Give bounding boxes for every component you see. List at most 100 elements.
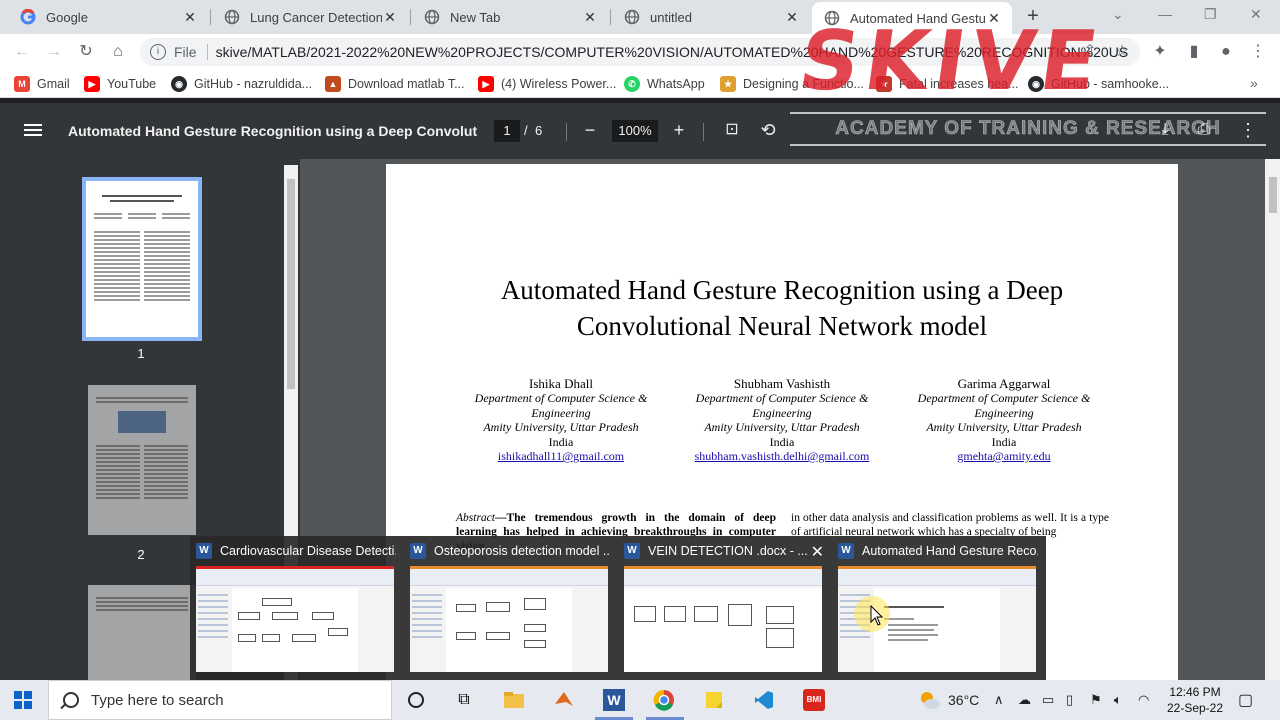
paper-title: Automated Hand Gesture Recognition using…: [500, 275, 1064, 341]
preview-window-vein-detection[interactable]: W VEIN DETECTION .docx - ... ✕: [618, 536, 830, 680]
bookmark-github-nazruldida[interactable]: ◉ GitHub - nazruldida...: [171, 76, 312, 92]
fit-page-icon[interactable]: ⊡: [720, 118, 744, 142]
skive-watermark-logo: SKIVE: [793, 14, 1110, 109]
battery-icon[interactable]: ▯: [1066, 692, 1073, 708]
network-icon[interactable]: ▭: [1042, 692, 1054, 708]
notification-icon[interactable]: ▢: [1238, 690, 1253, 710]
bookmark-whatsapp[interactable]: ✆ WhatsApp: [624, 76, 705, 92]
word-icon: W: [624, 543, 640, 559]
matlab-icon[interactable]: [552, 688, 576, 712]
wifi-icon[interactable]: ◠: [1138, 692, 1149, 708]
tab-google[interactable]: Google ✕: [8, 0, 208, 34]
search-icon: [63, 692, 79, 708]
skive-watermark-tagline: ACADEMY OF TRAINING & RESEARCH: [790, 112, 1266, 146]
zoom-out-icon[interactable]: −: [578, 118, 602, 142]
more-bookmarks-icon[interactable]: »: [1250, 75, 1258, 91]
page-total: 6: [535, 123, 543, 138]
tab-lung-cancer[interactable]: Lung Cancer Detection Us ✕: [212, 0, 408, 34]
page-number-input[interactable]: 1: [494, 120, 520, 142]
tray-overflow-icon[interactable]: ∧: [994, 692, 1004, 708]
globe-icon: [424, 9, 440, 25]
tab-search-icon[interactable]: ⌄: [1112, 6, 1124, 23]
author-email-link[interactable]: gmehta@amity.edu: [899, 449, 1109, 463]
word-icon[interactable]: W: [602, 688, 626, 712]
tab-close-icon[interactable]: ✕: [182, 9, 198, 26]
tab-title: New Tab: [450, 9, 501, 25]
youtube-icon: ▶: [478, 76, 494, 92]
preview-window-cardiovascular[interactable]: W Cardiovascular Disease Detecti...: [190, 536, 402, 680]
globe-icon: [624, 9, 640, 25]
language-icon[interactable]: ⚑: [1090, 692, 1102, 708]
tab-close-icon[interactable]: ✕: [582, 9, 598, 26]
task-view-icon[interactable]: ⧉: [452, 688, 476, 712]
reload-icon[interactable]: ↻: [76, 42, 96, 62]
system-clock[interactable]: 12:46 PM 22-Sep-22: [1160, 684, 1230, 716]
windows-taskbar: Type here to search ⧉ W BMI 36°C ∧ ☁ ▭ ▯…: [0, 680, 1280, 720]
main-scrollbar[interactable]: [1265, 159, 1280, 680]
tab-title: Lung Cancer Detection Us: [250, 9, 382, 25]
tab-close-icon[interactable]: ✕: [784, 9, 800, 26]
author-block: Shubham Vashisth Department of Computer …: [677, 376, 887, 463]
preview-window-osteoporosis[interactable]: W Osteoporosis detection model ...: [404, 536, 616, 680]
thumbnail-number: 2: [137, 547, 145, 562]
tab-untitled[interactable]: untitled ✕: [612, 0, 810, 34]
chrome-icon[interactable]: [652, 688, 676, 712]
info-icon[interactable]: i: [150, 44, 166, 60]
author-block: Garima Aggarwal Department of Computer S…: [899, 376, 1109, 463]
thumbnail-page-2[interactable]: [88, 385, 196, 535]
bookmark-icon: ★: [720, 76, 736, 92]
word-icon: W: [410, 543, 426, 559]
tab-title: untitled: [650, 9, 692, 25]
taskbar-thumbnail-preview: W Cardiovascular Disease Detecti... W Oste…: [190, 536, 1046, 680]
file-explorer-icon[interactable]: [502, 688, 526, 712]
cloud-icon[interactable]: ☁: [1018, 692, 1031, 708]
search-placeholder: Type here to search: [91, 691, 224, 709]
github-icon: ◉: [171, 76, 187, 92]
tab-new-tab[interactable]: New Tab ✕: [412, 0, 608, 34]
forward-arrow-icon[interactable]: →: [44, 42, 64, 62]
zoom-in-icon[interactable]: +: [667, 118, 691, 142]
mouse-cursor-icon: [870, 605, 884, 626]
bookmark-wireless-power[interactable]: ▶ (4) Wireless Power...: [478, 76, 616, 92]
weather-icon[interactable]: [918, 688, 942, 712]
gmail-icon: M: [14, 76, 30, 92]
whatsapp-icon: ✆: [624, 76, 640, 92]
back-arrow-icon[interactable]: ←: [12, 42, 32, 62]
close-preview-icon[interactable]: ✕: [811, 542, 824, 562]
hamburger-menu-icon[interactable]: [24, 121, 42, 141]
bmi-app-icon[interactable]: BMI: [802, 688, 826, 712]
youtube-icon: ▶: [84, 76, 100, 92]
thumbnail-number: 1: [137, 346, 145, 361]
word-icon: W: [838, 543, 854, 559]
windows-start-icon[interactable]: [14, 691, 32, 709]
tab-close-icon[interactable]: ✕: [382, 9, 398, 26]
restore-icon[interactable]: ❐: [1204, 6, 1217, 23]
globe-icon: [224, 9, 240, 25]
bookmark-youtube[interactable]: ▶ YouTube: [84, 76, 156, 92]
volume-icon[interactable]: 🔈︎: [1114, 692, 1122, 708]
weather-temperature[interactable]: 36°C: [948, 692, 979, 708]
matlab-icon: ▲: [325, 76, 341, 92]
home-icon[interactable]: ⌂: [108, 42, 128, 62]
zoom-level-input[interactable]: 100%: [612, 120, 658, 142]
pdf-title: Automated Hand Gesture Recognition using…: [68, 123, 478, 139]
thumbnail-page-3[interactable]: [88, 585, 196, 680]
close-window-icon[interactable]: ✕: [1250, 6, 1262, 23]
word-icon: W: [196, 543, 212, 559]
bookmark-gmail[interactable]: M Gmail: [14, 76, 70, 92]
vscode-icon[interactable]: [752, 688, 776, 712]
sticky-notes-icon[interactable]: [702, 688, 726, 712]
author-email-link[interactable]: shubham.vashisth.delhi@gmail.com: [677, 449, 887, 463]
bookmark-download-matlab[interactable]: ▲ Download matlab T...: [325, 76, 465, 92]
page-separator: /: [524, 123, 528, 138]
thumbnail-page-1[interactable]: [82, 177, 202, 341]
cortana-icon[interactable]: [404, 688, 428, 712]
author-email-link[interactable]: ishikadhall11@gmail.com: [456, 449, 666, 463]
scheme-label: File: [174, 44, 197, 60]
taskbar-search-box[interactable]: Type here to search: [48, 680, 392, 720]
tab-title: Google: [46, 9, 88, 25]
minimize-icon[interactable]: —: [1158, 6, 1172, 22]
google-icon: [20, 9, 36, 25]
author-block: Ishika Dhall Department of Computer Scie…: [456, 376, 666, 463]
rotate-icon[interactable]: ⟲: [756, 118, 780, 142]
